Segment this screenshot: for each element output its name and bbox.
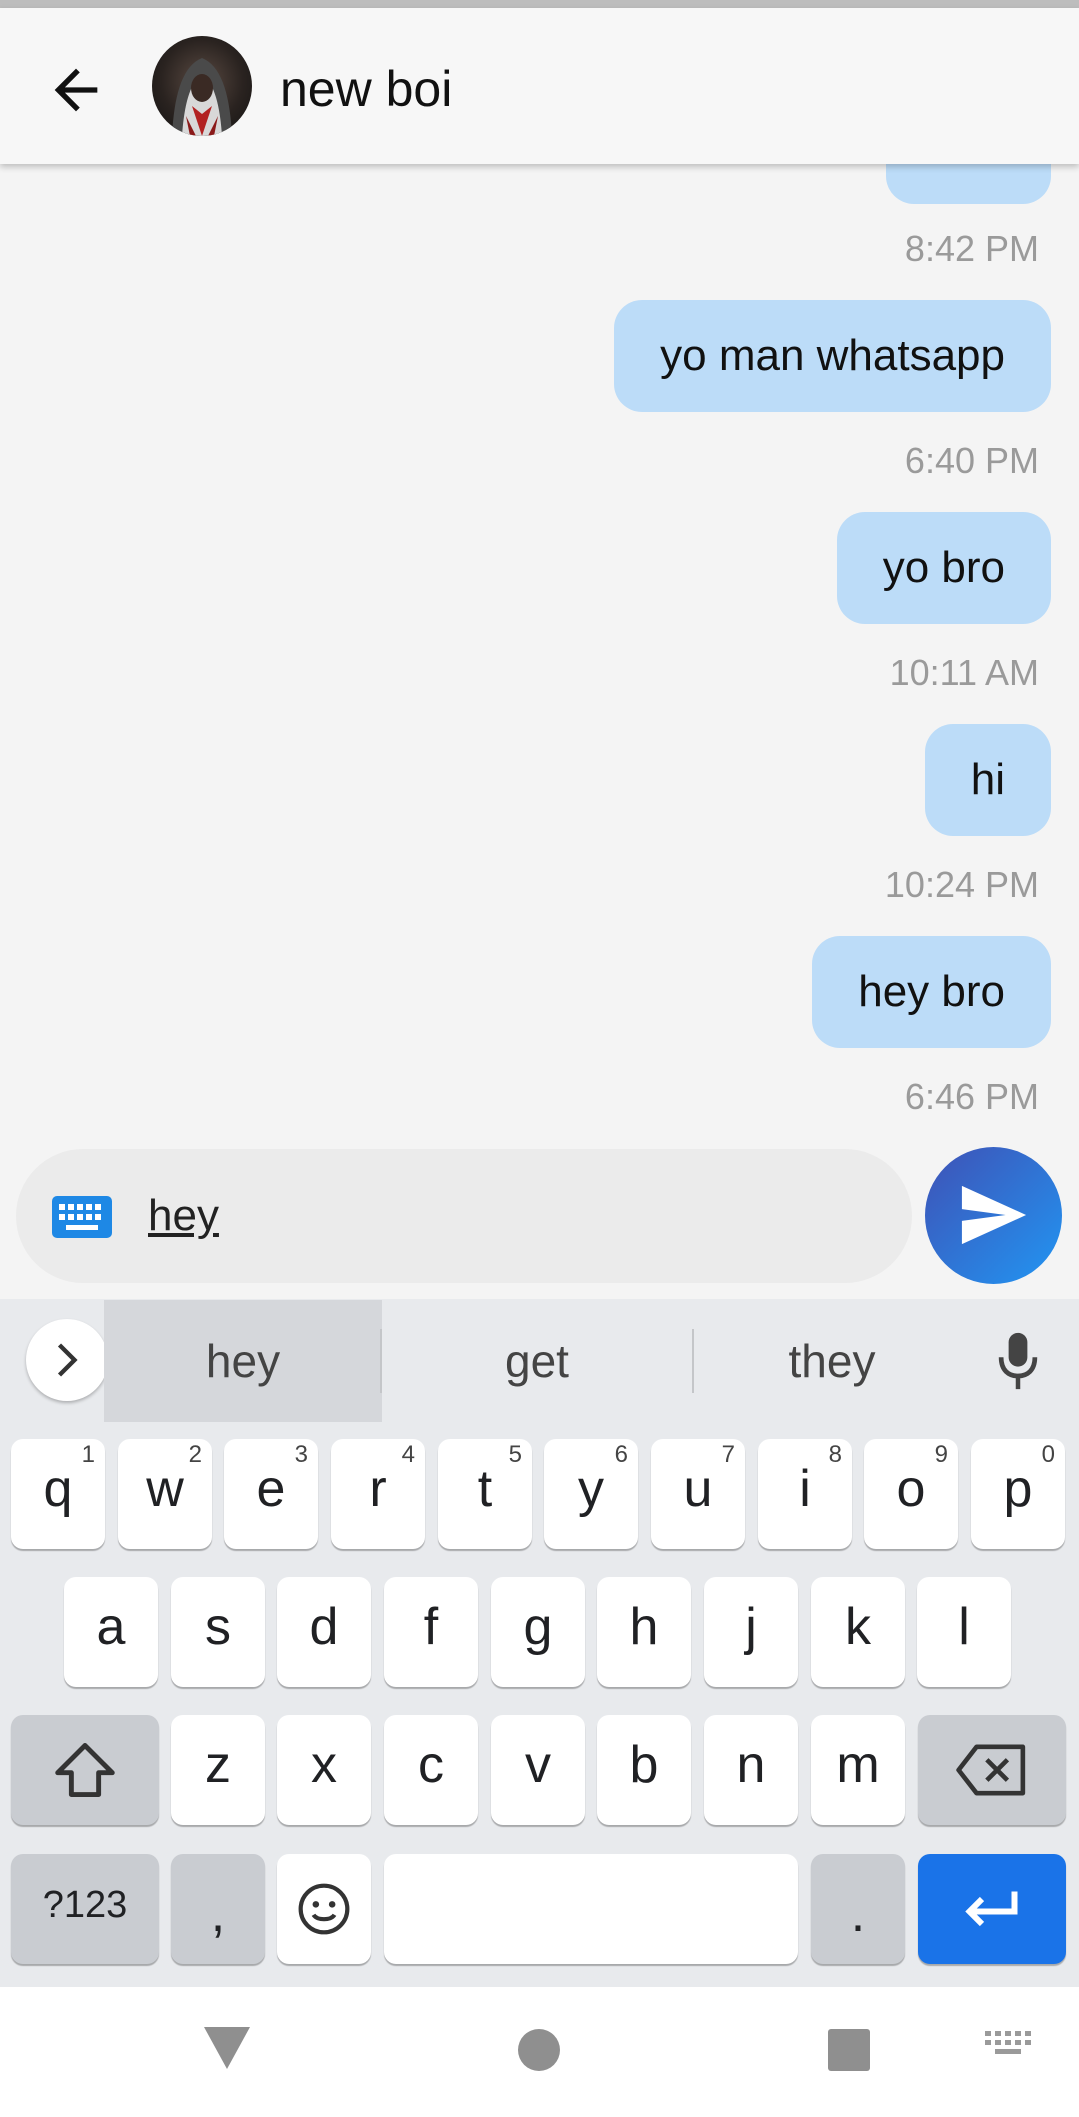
message-timestamp: 6:40 PM	[904, 440, 1039, 481]
soft-keyboard: hey get they q1 w2 e3 r4 t5 y6 u7 i8 o9 …	[0, 1299, 1079, 1987]
key-u[interactable]: u7	[651, 1439, 745, 1549]
nav-back-triangle-icon[interactable]	[204, 2027, 250, 2069]
key-m[interactable]: m	[811, 1715, 905, 1825]
suggestion-item[interactable]: they	[694, 1300, 970, 1422]
key-g[interactable]: g	[491, 1577, 585, 1687]
message-bubble[interactable]: hi	[924, 724, 1051, 836]
suggestion-item[interactable]: hey	[104, 1300, 382, 1422]
key-t[interactable]: t5	[438, 1439, 532, 1549]
microphone-icon[interactable]	[995, 1331, 1041, 1396]
comma-key[interactable]: ,	[171, 1854, 265, 1964]
system-navigation-bar	[0, 1987, 1079, 2117]
backspace-icon	[956, 1744, 1026, 1796]
key-h[interactable]: h	[597, 1577, 691, 1687]
emoji-key[interactable]	[277, 1854, 371, 1964]
message-timestamp: 8:42 PM	[904, 228, 1039, 269]
message-list[interactable]: 8:42 PM yo man whatsapp 6:40 PM yo bro 1…	[0, 164, 1079, 1139]
key-r[interactable]: r4	[331, 1439, 425, 1549]
message-bubble[interactable]: yo bro	[836, 512, 1051, 624]
nav-recents-square-icon[interactable]	[828, 2029, 870, 2071]
message-bubble[interactable]	[886, 164, 1051, 204]
key-i[interactable]: i8	[758, 1439, 852, 1549]
key-n[interactable]: n	[704, 1715, 798, 1825]
send-icon	[961, 1185, 1027, 1245]
back-arrow-icon[interactable]	[44, 58, 108, 122]
shift-key[interactable]	[11, 1715, 159, 1825]
status-bar-strip	[0, 0, 1079, 8]
smiley-icon	[298, 1883, 350, 1935]
shift-arrow-icon	[55, 1743, 115, 1797]
message-input[interactable]: hey	[16, 1149, 912, 1283]
contact-name[interactable]: new boi	[280, 60, 452, 118]
key-k[interactable]: k	[811, 1577, 905, 1687]
key-b[interactable]: b	[597, 1715, 691, 1825]
chat-app-bar: new boi	[0, 8, 1079, 164]
keyboard-icon[interactable]	[52, 1196, 112, 1243]
key-p[interactable]: p0	[971, 1439, 1065, 1549]
key-a[interactable]: a	[64, 1577, 158, 1687]
keyboard-switch-icon[interactable]	[985, 2031, 1031, 2066]
key-s[interactable]: s	[171, 1577, 265, 1687]
key-d[interactable]: d	[277, 1577, 371, 1687]
symbols-key[interactable]: ?123	[11, 1854, 159, 1964]
key-x[interactable]: x	[277, 1715, 371, 1825]
key-o[interactable]: o9	[864, 1439, 958, 1549]
key-v[interactable]: v	[491, 1715, 585, 1825]
key-e[interactable]: e3	[224, 1439, 318, 1549]
key-w[interactable]: w2	[118, 1439, 212, 1549]
composer-area: hey	[0, 1139, 1079, 1299]
enter-arrow-icon	[965, 1891, 1018, 1927]
message-timestamp: 10:24 PM	[884, 864, 1039, 905]
contact-avatar[interactable]	[152, 36, 252, 136]
message-timestamp: 10:11 AM	[889, 652, 1039, 693]
nav-home-circle-icon[interactable]	[518, 2029, 560, 2071]
message-input-text[interactable]: hey	[148, 1191, 219, 1241]
backspace-key[interactable]	[918, 1715, 1066, 1825]
message-timestamp: 6:46 PM	[904, 1076, 1039, 1117]
chevron-right-icon[interactable]	[26, 1319, 108, 1401]
key-y[interactable]: y6	[544, 1439, 638, 1549]
period-key[interactable]: .	[811, 1854, 905, 1964]
key-z[interactable]: z	[171, 1715, 265, 1825]
key-f[interactable]: f	[384, 1577, 478, 1687]
key-l[interactable]: l	[917, 1577, 1011, 1687]
message-bubble[interactable]: hey bro	[812, 936, 1051, 1048]
suggestion-item[interactable]: get	[382, 1300, 692, 1422]
key-j[interactable]: j	[704, 1577, 798, 1687]
send-button[interactable]	[925, 1147, 1062, 1284]
suggestion-bar: hey get they	[0, 1299, 1079, 1423]
key-c[interactable]: c	[384, 1715, 478, 1825]
message-bubble[interactable]: yo man whatsapp	[614, 300, 1051, 412]
enter-key[interactable]	[918, 1854, 1066, 1964]
key-q[interactable]: q1	[11, 1439, 105, 1549]
space-bar[interactable]	[384, 1854, 798, 1964]
